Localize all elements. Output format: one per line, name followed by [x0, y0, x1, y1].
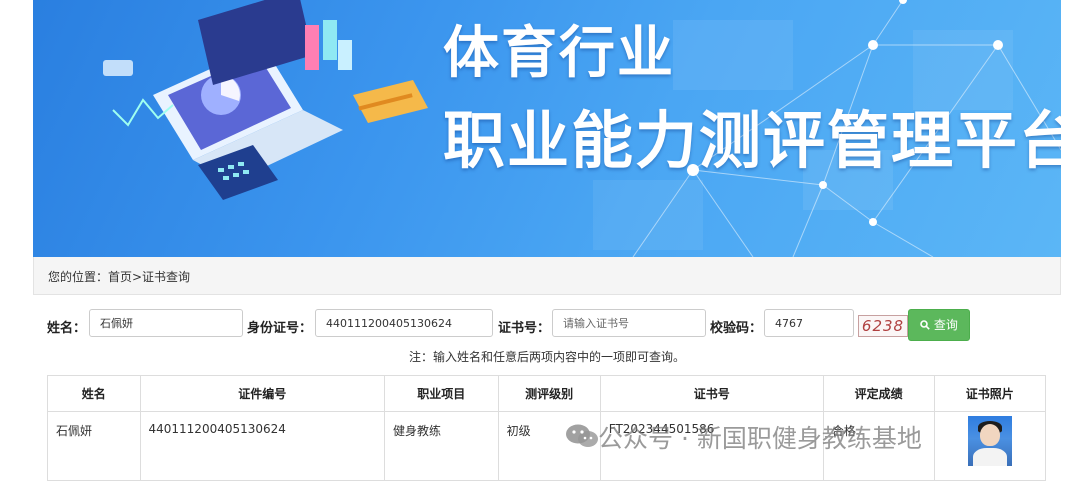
- column-header-score: 评定成绩: [822, 375, 935, 412]
- certificate-number-label: 证书号：: [498, 321, 551, 336]
- column-header-project: 职业项目: [383, 375, 499, 412]
- verification-code-label: 校验码：: [710, 321, 763, 336]
- certificate-number-input[interactable]: [552, 309, 706, 337]
- id-number-label: 身份证号：: [247, 321, 313, 336]
- search-icon: [920, 318, 934, 332]
- banner-title-line1: 体育行业: [443, 21, 675, 86]
- breadcrumb: 您的位置：首页>证书查询: [48, 270, 191, 284]
- name-input[interactable]: [89, 309, 243, 337]
- cell-photo: [933, 411, 1047, 481]
- id-number-input[interactable]: [315, 309, 493, 337]
- column-header-certificate: 证书号: [599, 375, 824, 412]
- cell-id: 440111200405130624: [139, 411, 385, 481]
- banner-title-line2: 职业能力测评管理平台: [443, 104, 1061, 177]
- cell-name: 石佩妍: [47, 411, 141, 481]
- certificate-photo: [967, 416, 1012, 466]
- breadcrumb-bar: 您的位置：首页>证书查询: [33, 257, 1061, 295]
- search-button-label: 查询: [933, 318, 958, 332]
- table-header-row: 姓名 证件编号 职业项目 测评级别 证书号 评定成绩 证书照片: [47, 375, 1047, 412]
- captcha-image[interactable]: 6238: [858, 315, 908, 337]
- column-header-id: 证件编号: [139, 375, 385, 412]
- header-banner: 体育行业 职业能力测评管理平台: [33, 0, 1061, 257]
- column-header-photo: 证书照片: [933, 375, 1047, 412]
- column-header-level: 测评级别: [497, 375, 601, 412]
- watermark: 公众号 · 新国职健身教练基地: [598, 424, 922, 453]
- cell-project: 健身教练: [383, 411, 499, 481]
- page-frame: 体育行业 职业能力测评管理平台 您的位置：首页>证书查询 姓名： 身份证号： 证…: [33, 0, 1061, 481]
- query-note: 注：输入姓名和任意后两项内容中的一项即可查询。: [408, 350, 685, 364]
- name-label: 姓名：: [47, 321, 87, 336]
- search-button[interactable]: 查询: [908, 309, 970, 341]
- verification-code-input[interactable]: [764, 309, 854, 337]
- wechat-icon: [566, 424, 598, 447]
- column-header-name: 姓名: [47, 375, 141, 412]
